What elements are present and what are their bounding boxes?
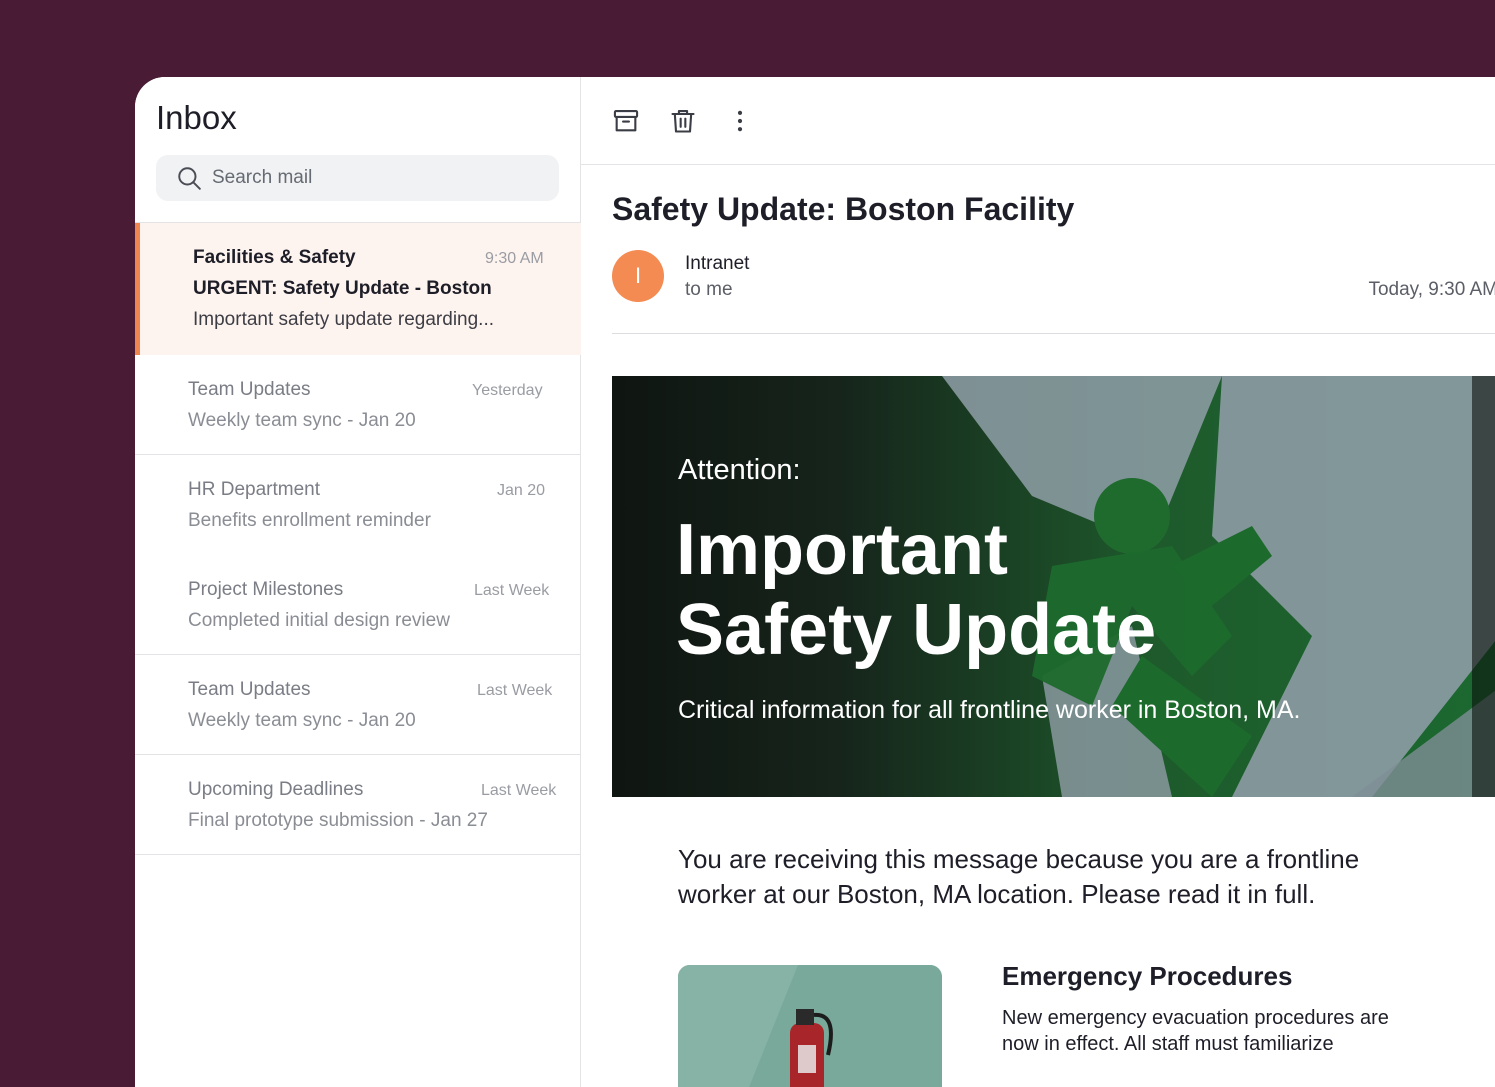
- mail-subject: Weekly team sync - Jan 20: [188, 710, 416, 731]
- mail-time: Yesterday: [472, 382, 543, 399]
- mail-time: Last Week: [474, 582, 550, 599]
- archive-button[interactable]: [610, 105, 642, 137]
- mail-subject: Completed initial design review: [188, 610, 450, 631]
- mail-item[interactable]: Upcoming Deadlines Last Week Final proto…: [135, 755, 581, 855]
- search-icon: [178, 167, 201, 190]
- mail-sender: Facilities & Safety: [193, 247, 356, 268]
- mail-preview: Important safety update regarding...: [193, 309, 495, 330]
- mail-time: Last Week: [477, 682, 553, 699]
- search-bar[interactable]: [156, 155, 559, 201]
- fire-extinguisher-image: [678, 965, 942, 1087]
- fire-extinguisher-icon: [678, 965, 942, 1087]
- mail-subject: Final prototype submission - Jan 27: [188, 810, 488, 831]
- section-text: New emergency evacuation procedures are …: [1002, 1007, 1389, 1055]
- mail-sender: HR Department: [188, 479, 320, 500]
- email-toolbar: [581, 77, 1495, 165]
- mail-time: Last Week: [481, 782, 557, 799]
- more-options-button[interactable]: [724, 105, 756, 137]
- trash-icon: [671, 110, 695, 133]
- mail-sender: Team Updates: [188, 379, 311, 400]
- reading-pane: Safety Update: Boston Facility I Intrane…: [581, 77, 1495, 1087]
- delete-button[interactable]: [667, 105, 699, 137]
- hero-title-line: Safety Update: [676, 590, 1157, 670]
- mail-app-window: Inbox Facilities & Safety 9:30 AM URGENT…: [135, 77, 1495, 1087]
- hero-subtitle: Critical information for all frontline w…: [678, 696, 1301, 724]
- mail-item[interactable]: Team Updates Yesterday Weekly team sync …: [135, 355, 581, 455]
- email-subject-title: Safety Update: Boston Facility: [612, 191, 1075, 227]
- mail-sender: Upcoming Deadlines: [188, 779, 364, 800]
- hero-title: Important Safety Update: [676, 510, 1376, 670]
- divider: [612, 333, 1495, 334]
- mail-time: Jan 20: [497, 482, 546, 499]
- email-body-intro: You are receiving this message because y…: [678, 844, 1360, 909]
- search-input[interactable]: [212, 167, 542, 189]
- mail-item-selected[interactable]: Facilities & Safety 9:30 AM URGENT: Safe…: [135, 223, 581, 355]
- received-timestamp: Today, 9:30 AM: [1368, 279, 1495, 300]
- mail-subject: Benefits enrollment reminder: [188, 510, 431, 531]
- mail-subject: URGENT: Safety Update - Boston: [193, 278, 492, 299]
- sender-name: Intranet: [685, 253, 750, 274]
- mail-item[interactable]: Team Updates Last Week Weekly team sync …: [135, 655, 581, 755]
- inbox-title: Inbox: [156, 99, 237, 136]
- mail-item[interactable]: Project Milestones Last Week Completed i…: [135, 555, 581, 655]
- more-vertical-icon: [737, 110, 743, 132]
- avatar: I: [612, 250, 664, 302]
- hero-kicker: Attention:: [678, 454, 801, 486]
- recipient-label: to me: [685, 279, 733, 300]
- mail-list: Facilities & Safety 9:30 AM URGENT: Safe…: [135, 223, 581, 855]
- mail-sender: Team Updates: [188, 679, 311, 700]
- section-title: Emergency Procedures: [1002, 961, 1293, 991]
- mail-time: 9:30 AM: [485, 250, 544, 267]
- hero-title-line: Important: [676, 510, 1008, 590]
- mail-sender: Project Milestones: [188, 579, 344, 600]
- mail-item[interactable]: HR Department Jan 20 Benefits enrollment…: [135, 455, 581, 555]
- archive-icon: [613, 110, 639, 132]
- mail-sidebar: Inbox Facilities & Safety 9:30 AM URGENT…: [135, 77, 581, 1087]
- hero-banner: Attention: Important Safety Update Criti…: [612, 376, 1495, 797]
- mail-subject: Weekly team sync - Jan 20: [188, 410, 416, 431]
